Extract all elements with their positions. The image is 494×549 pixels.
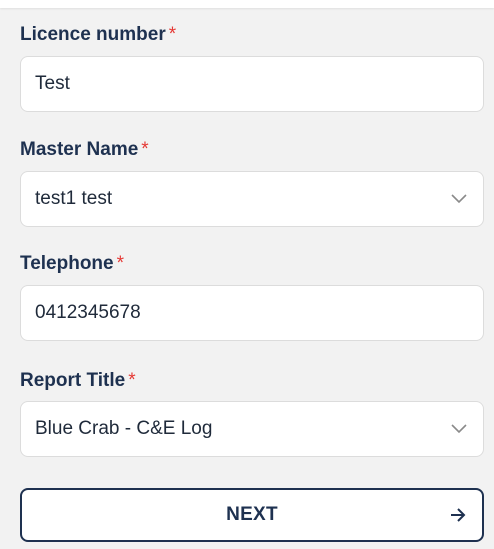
telephone-label: Telephone * [20,253,124,275]
arrow-right-icon [448,505,468,525]
required-mark: * [168,24,177,45]
report-title-label-text: Report Title [20,370,126,391]
telephone-value: 0412345678 [35,302,141,323]
master-name-label-text: Master Name [20,139,139,160]
chevron-down-icon [451,191,467,207]
top-bar [0,0,494,8]
master-name-label: Master Name * [20,139,149,161]
telephone-field[interactable]: 0412345678 [20,285,484,341]
report-title-select[interactable]: Blue Crab - C&E Log [20,401,484,457]
licence-number-label: Licence number * [20,24,176,46]
required-mark: * [128,370,136,391]
report-title-value: Blue Crab - C&E Log [35,418,213,439]
licence-number-field[interactable]: Test [20,56,484,112]
telephone-label-text: Telephone [20,253,114,274]
master-name-select[interactable]: test1 test [20,171,484,227]
licence-number-value: Test [35,73,70,94]
chevron-down-icon [451,421,467,437]
licence-number-label-text: Licence number [20,24,166,45]
report-title-label: Report Title * [20,370,136,392]
master-name-value: test1 test [35,188,113,209]
next-button[interactable]: NEXT [20,488,484,542]
next-button-label: NEXT [226,504,278,525]
required-mark: * [141,139,149,160]
required-mark: * [116,253,125,274]
